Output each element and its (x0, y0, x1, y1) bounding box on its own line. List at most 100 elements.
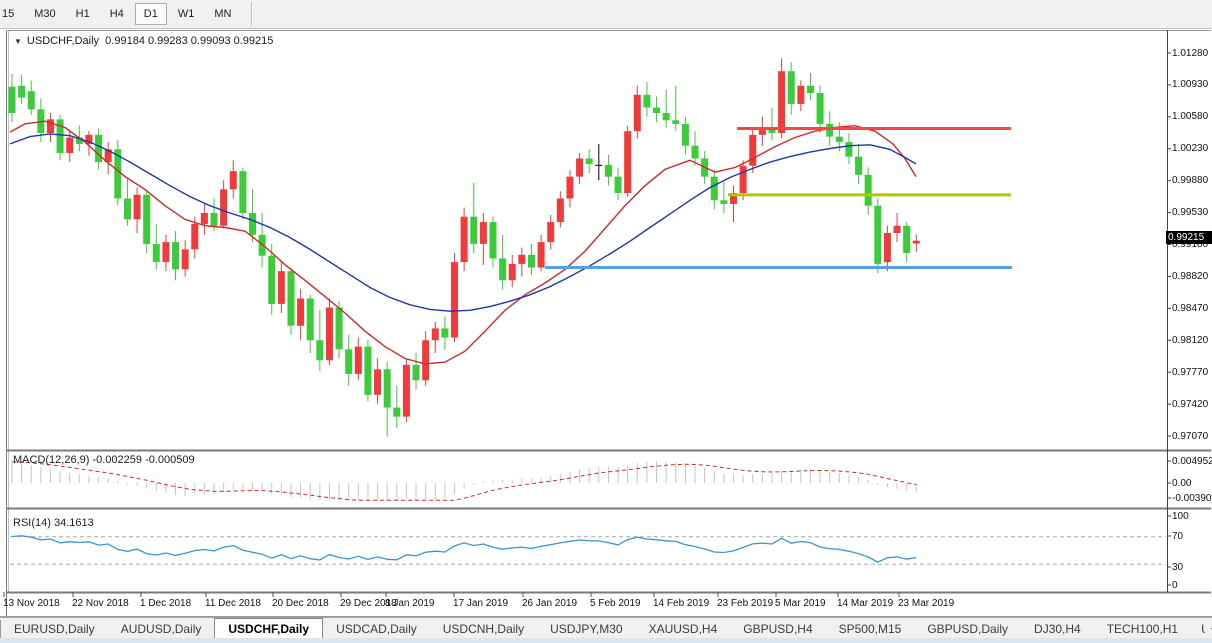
macd-signal-line (12, 462, 916, 500)
candle-body (307, 298, 314, 340)
chart-title-ohlc: 0.99184 0.99283 0.99093 0.99215 (105, 35, 273, 47)
candle-body (47, 119, 54, 133)
timeframe-button-h1[interactable]: H1 (67, 3, 99, 25)
candle-body (865, 175, 872, 206)
date-axis-label: 5 Mar 2019 (775, 598, 826, 609)
candle-body (586, 158, 593, 163)
candle-body (37, 109, 44, 133)
tab-label: DJ30,H4 (1034, 622, 1081, 636)
current-price-tag: 0.99215 (1166, 231, 1212, 244)
tab-scroll-buttons: ◄ ► (1205, 618, 1212, 639)
tab-usdcad-daily[interactable]: USDCAD,Daily (323, 618, 430, 639)
candle-body (239, 171, 246, 213)
candle-body (807, 86, 814, 93)
price-axis-label: 0.98120 (1172, 335, 1208, 346)
timeframe-button-mn[interactable]: MN (205, 3, 240, 25)
price-axis-label: 0.98820 (1172, 271, 1208, 282)
candle-body (441, 328, 448, 337)
candle-body (528, 255, 535, 268)
candle-body (143, 195, 150, 244)
candle-body (364, 347, 371, 395)
status-bar (0, 638, 1212, 643)
tab-audusd-daily[interactable]: AUDUSD,Daily (108, 618, 215, 639)
rsi-axis-label: 100 (1172, 511, 1189, 522)
candle-body (749, 135, 756, 166)
candle-body (172, 242, 179, 269)
tab-usdchf-daily[interactable]: USDCHF,Daily (214, 618, 323, 639)
candle-body (643, 95, 650, 108)
tab-label: EURUSD,Daily (14, 622, 95, 636)
tab-gbpusd-daily[interactable]: GBPUSD,Daily (914, 618, 1021, 639)
timeframe-toolbar: 15 M30 H1 H4 D1 W1 MN (0, 0, 1212, 29)
candle-body (826, 124, 833, 137)
candle-body (57, 119, 64, 153)
candle-body (653, 108, 660, 113)
date-axis-label: 1 Dec 2018 (140, 598, 191, 609)
candle-body (894, 226, 901, 233)
tab-usdcnh-daily[interactable]: USDCNH,Daily (430, 618, 537, 639)
date-axis-label: 11 Dec 2018 (205, 598, 261, 609)
candle-body (211, 213, 218, 226)
macd-axis-label: -0.003905 (1172, 493, 1212, 504)
candle-body (759, 128, 766, 135)
timeframe-button-m15[interactable]: 15 (0, 3, 23, 25)
tab-xauusd-h4[interactable]: XAUUSD,H4 (636, 618, 731, 639)
candle-body (76, 138, 83, 144)
candle-body (557, 198, 564, 222)
timeframe-button-d1[interactable]: D1 (135, 3, 167, 25)
chart-title-symbol: USDCHF,Daily (27, 35, 99, 47)
tab-label: XAUUSD,H4 (649, 622, 718, 636)
candle-body (903, 226, 910, 253)
price-axis-label: 0.99530 (1172, 207, 1208, 218)
tab-tech100-h1[interactable]: TECH100,H1 (1094, 618, 1191, 639)
tab-usdjpy-m30[interactable]: USDJPY,M30 (537, 618, 635, 639)
timeframe-button-m30[interactable]: M30 (25, 3, 64, 25)
price-axis-label: 0.97070 (1172, 431, 1208, 442)
candle-body (278, 271, 285, 304)
date-axis-label: 23 Feb 2019 (717, 598, 773, 609)
tab-eurusd-daily[interactable]: EURUSD,Daily (1, 618, 108, 639)
tab-dj30-h4[interactable]: DJ30,H4 (1021, 618, 1094, 639)
tab-scroll-left-icon[interactable]: ◄ (1205, 624, 1212, 633)
candle-body (422, 340, 429, 380)
candle-body (162, 242, 169, 262)
candle-body (124, 198, 131, 219)
date-axis-label: 14 Feb 2019 (653, 598, 709, 609)
price-axis-label: 0.99880 (1172, 175, 1208, 186)
candle-body (18, 86, 25, 98)
candle-body (461, 217, 468, 262)
candle-body (413, 365, 420, 380)
date-axis-label: 13 Nov 2018 (3, 598, 60, 609)
symbol-dropdown-icon[interactable]: ▼ (14, 37, 22, 46)
tab-label: AUDUSD,Daily (121, 622, 202, 636)
chart-title: ▼ USDCHF,Daily 0.99184 0.99283 0.99093 0.… (14, 35, 273, 47)
candle-body (470, 217, 477, 244)
date-axis-label: 17 Jan 2019 (453, 598, 508, 609)
candle-body (720, 200, 727, 204)
candle-body (788, 71, 795, 104)
timeframe-button-w1[interactable]: W1 (169, 3, 204, 25)
candle-body (711, 177, 718, 201)
price-axis-label: 1.00580 (1172, 111, 1208, 122)
candle-body (374, 369, 381, 394)
candle-body (105, 149, 112, 162)
date-axis-label: 26 Jan 2019 (522, 598, 577, 609)
tab-label: USDCNH,Daily (443, 622, 524, 636)
candle-body (845, 142, 852, 157)
candle-body (490, 222, 497, 258)
tab-gbpusd-h4[interactable]: GBPUSD,H4 (730, 618, 825, 639)
candle-body (384, 369, 391, 407)
candle-body (182, 249, 189, 269)
candle-body (28, 91, 35, 109)
tab-sp500-m15[interactable]: SP500,M15 (826, 618, 915, 639)
tab-clipped[interactable]: U (1191, 618, 1205, 639)
chart-canvas[interactable] (0, 0, 1212, 643)
timeframe-button-h4[interactable]: H4 (101, 3, 133, 25)
candle-body (480, 222, 487, 244)
candle-body (220, 189, 227, 225)
tab-label: USDCAD,Daily (336, 622, 417, 636)
candle-body (499, 258, 506, 280)
candle-body (730, 193, 737, 204)
candle-body (701, 158, 708, 176)
tab-label: USDJPY,M30 (550, 622, 622, 636)
